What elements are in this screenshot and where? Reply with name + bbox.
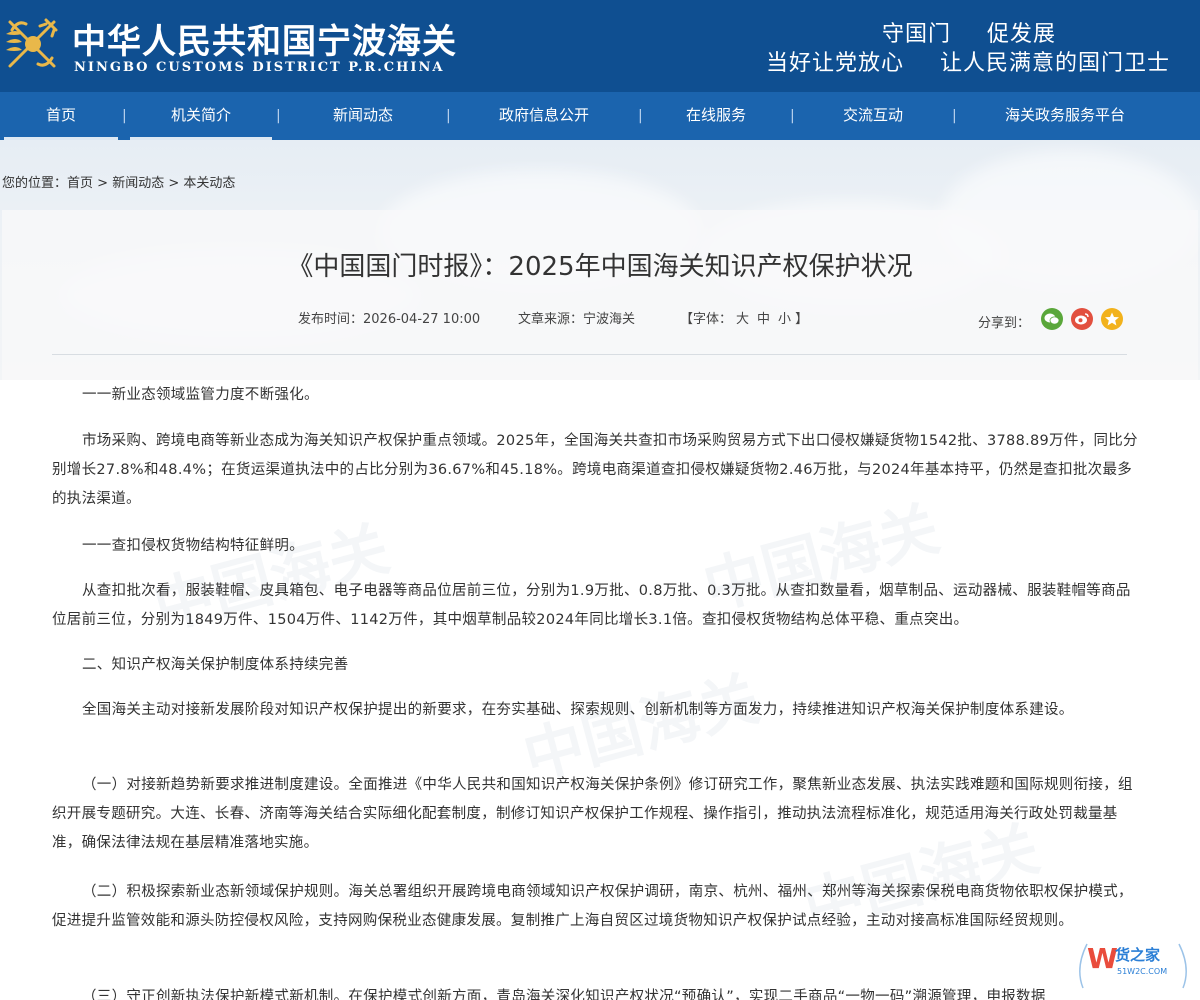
site-title-english: NINGBO CUSTOMS DISTRICT P.R.CHINA bbox=[74, 60, 445, 75]
font-size-control: 【字体：大中小】 bbox=[680, 308, 808, 327]
badge-name: 货之家 bbox=[1115, 946, 1160, 964]
wechat-icon bbox=[1044, 313, 1060, 325]
site-header: 中华人民共和国宁波海关 NINGBO CUSTOMS DISTRICT P.R.… bbox=[0, 0, 1200, 92]
paragraph: 一一新业态领域监管力度不断强化。 bbox=[82, 387, 319, 403]
customs-emblem-icon bbox=[6, 18, 58, 68]
nav-item-interaction[interactable]: 交流互动 bbox=[794, 92, 952, 140]
section-heading: 二、知识产权海关保护制度体系持续完善 bbox=[82, 657, 349, 673]
site-title: 中华人民共和国宁波海关 bbox=[72, 22, 457, 62]
font-label: 【字体： bbox=[680, 312, 733, 327]
paragraph: 全国海关主动对接新发展阶段对知识产权保护提出的新要求，在夯实基础、探索规则、创新… bbox=[82, 702, 1074, 718]
breadcrumb-separator: > bbox=[164, 176, 184, 191]
slogan-line-1: 守国门 促发展 bbox=[882, 16, 1056, 48]
publish-time: 发布时间：2026-04-27 10:00 bbox=[298, 312, 481, 327]
wechat-share-button[interactable] bbox=[1041, 308, 1063, 330]
slogan-text: 促发展 bbox=[987, 22, 1057, 47]
paragraph: （三）守正创新执法保护新模式新机制。在保护模式创新方面，青岛海关深化知识产权状况… bbox=[82, 989, 1046, 1000]
article-body: 中国海关 中国海关 中国海关 中国海关 一一新业态领域监管力度不断强化。 市场采… bbox=[0, 380, 1200, 1000]
qzone-share-button[interactable] bbox=[1101, 308, 1123, 330]
paragraph: （二）积极探索新业态新领域保护规则。海关总署组织开展跨境电商领域知识产权保护调研… bbox=[52, 884, 1133, 929]
font-large-button[interactable]: 大 bbox=[736, 312, 749, 327]
header-divider bbox=[52, 354, 1127, 355]
paragraph: 一一查扣侵权货物结构特征鲜明。 bbox=[82, 538, 304, 554]
nav-item-gov-info[interactable]: 政府信息公开 bbox=[450, 92, 638, 140]
slogan-text: 让人民满意的国门卫士 bbox=[940, 51, 1171, 76]
nav-item-home[interactable]: 首页 bbox=[0, 92, 122, 140]
breadcrumb-separator: > bbox=[93, 176, 113, 191]
slogan-text: 守国门 bbox=[882, 22, 952, 47]
main-nav: 首页 | 机关简介 | 新闻动态 | 政府信息公开 | 在线服务 | 交流互动 … bbox=[0, 92, 1200, 140]
paragraph: 从查扣批次看，服装鞋帽、皮具箱包、电子电器等商品位居前三位，分别为1.9万批、0… bbox=[52, 583, 1131, 628]
nav-item-about[interactable]: 机关简介 bbox=[126, 92, 276, 140]
paragraph: 市场采购、跨境电商等新业态成为海关知识产权保护重点领域。2025年，全国海关共查… bbox=[52, 433, 1138, 507]
share-label: 分享到： bbox=[978, 316, 1031, 331]
slogan-line-2: 当好让党放心 让人民满意的国门卫士 bbox=[766, 45, 1170, 77]
font-label: 】 bbox=[795, 312, 809, 327]
font-small-button[interactable]: 小 bbox=[778, 312, 791, 327]
nav-item-service-platform[interactable]: 海关政务服务平台 bbox=[956, 92, 1174, 140]
qzone-star-icon bbox=[1105, 312, 1119, 326]
breadcrumb-news[interactable]: 新闻动态 bbox=[112, 176, 164, 191]
weibo-share-button[interactable] bbox=[1071, 308, 1093, 330]
breadcrumb-prefix: 您的位置： bbox=[2, 176, 68, 191]
article-title: 《中国国门时报》：2025年中国海关知识产权保护状况 bbox=[287, 252, 913, 282]
weibo-icon bbox=[1075, 313, 1089, 325]
breadcrumb-local-news[interactable]: 本关动态 bbox=[183, 176, 235, 191]
slogan-text: 当好让党放心 bbox=[766, 51, 905, 76]
breadcrumb: 您的位置：首页 > 新闻动态 > 本关动态 bbox=[2, 172, 235, 191]
brand-badge-logo: W 货之家 51W2C.COM bbox=[1079, 942, 1187, 989]
svg-text:W: W bbox=[1087, 942, 1118, 975]
font-medium-button[interactable]: 中 bbox=[757, 312, 770, 327]
badge-url: 51W2C.COM bbox=[1117, 967, 1167, 976]
nav-item-online-service[interactable]: 在线服务 bbox=[642, 92, 790, 140]
paragraph: （一）对接新趋势新要求推进制度建设。全面推进《中华人民共和国知识产权海关保护条例… bbox=[52, 777, 1133, 851]
nav-item-news[interactable]: 新闻动态 bbox=[280, 92, 446, 140]
breadcrumb-home[interactable]: 首页 bbox=[67, 176, 93, 191]
article-source: 文章来源：宁波海关 bbox=[518, 312, 636, 327]
